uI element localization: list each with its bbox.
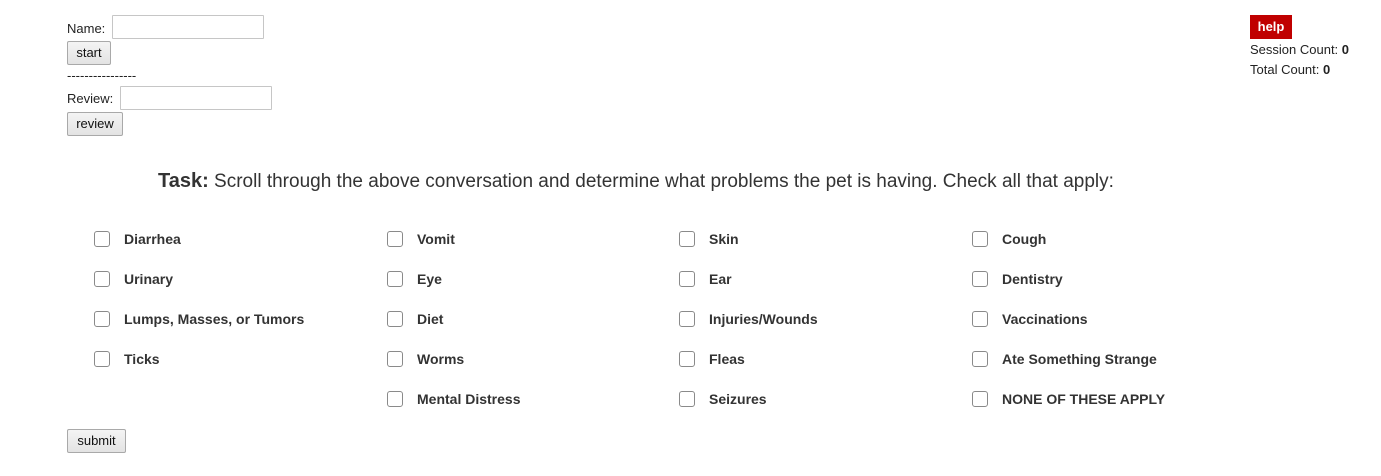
- option-label[interactable]: Dentistry: [1002, 271, 1063, 287]
- checkbox[interactable]: [679, 391, 695, 407]
- option-skin[interactable]: Skin: [679, 229, 739, 249]
- session-count: Session Count: 0: [1250, 42, 1349, 57]
- checkbox[interactable]: [972, 391, 988, 407]
- name-input[interactable]: [112, 15, 264, 39]
- start-button[interactable]: start: [67, 41, 111, 65]
- option-label[interactable]: Ticks: [124, 351, 160, 367]
- option-vomit[interactable]: Vomit: [387, 229, 455, 249]
- checkbox[interactable]: [972, 231, 988, 247]
- option-label[interactable]: Mental Distress: [417, 391, 520, 407]
- option-label[interactable]: Urinary: [124, 271, 173, 287]
- option-label[interactable]: Worms: [417, 351, 464, 367]
- option-label[interactable]: Cough: [1002, 231, 1046, 247]
- option-label[interactable]: Eye: [417, 271, 442, 287]
- option-ate-something-strange[interactable]: Ate Something Strange: [972, 349, 1157, 369]
- checkbox[interactable]: [679, 351, 695, 367]
- task-heading: Task:: [158, 170, 209, 192]
- checkbox[interactable]: [94, 351, 110, 367]
- checkbox[interactable]: [972, 351, 988, 367]
- checkbox[interactable]: [387, 391, 403, 407]
- option-injuries[interactable]: Injuries/Wounds: [679, 309, 818, 329]
- option-ear[interactable]: Ear: [679, 269, 732, 289]
- review-label: Review:: [67, 91, 114, 106]
- checkbox[interactable]: [94, 271, 110, 287]
- option-label[interactable]: Diarrhea: [124, 231, 181, 247]
- option-label[interactable]: Injuries/Wounds: [709, 311, 818, 327]
- option-none-apply[interactable]: NONE OF THESE APPLY: [972, 389, 1165, 409]
- option-dentistry[interactable]: Dentistry: [972, 269, 1063, 289]
- option-vaccinations[interactable]: Vaccinations: [972, 309, 1088, 329]
- checkbox[interactable]: [94, 311, 110, 327]
- divider-text: ----------------: [67, 68, 137, 83]
- option-lumps[interactable]: Lumps, Masses, or Tumors: [94, 309, 304, 329]
- checkbox[interactable]: [972, 311, 988, 327]
- option-ticks[interactable]: Ticks: [94, 349, 160, 369]
- option-label[interactable]: Lumps, Masses, or Tumors: [124, 311, 304, 327]
- option-label[interactable]: Seizures: [709, 391, 767, 407]
- checkbox[interactable]: [387, 231, 403, 247]
- option-label[interactable]: Vaccinations: [1002, 311, 1088, 327]
- checkbox[interactable]: [387, 351, 403, 367]
- option-diet[interactable]: Diet: [387, 309, 443, 329]
- checkbox[interactable]: [94, 231, 110, 247]
- checkbox[interactable]: [387, 311, 403, 327]
- checkbox[interactable]: [972, 271, 988, 287]
- option-label[interactable]: Fleas: [709, 351, 745, 367]
- option-fleas[interactable]: Fleas: [679, 349, 745, 369]
- option-worms[interactable]: Worms: [387, 349, 464, 369]
- total-count-label: Total Count:: [1250, 62, 1320, 77]
- review-input[interactable]: [120, 86, 272, 110]
- option-label[interactable]: Ear: [709, 271, 732, 287]
- checkbox[interactable]: [679, 271, 695, 287]
- option-cough[interactable]: Cough: [972, 229, 1046, 249]
- task-text: Scroll through the above conversation an…: [214, 171, 1114, 192]
- task-instruction: Task: Scroll through the above conversat…: [158, 170, 1114, 193]
- session-count-label: Session Count:: [1250, 42, 1339, 57]
- option-urinary[interactable]: Urinary: [94, 269, 173, 289]
- submit-button[interactable]: submit: [67, 429, 126, 453]
- help-button[interactable]: help: [1250, 15, 1292, 39]
- option-diarrhea[interactable]: Diarrhea: [94, 229, 181, 249]
- option-label[interactable]: Skin: [709, 231, 739, 247]
- option-label[interactable]: NONE OF THESE APPLY: [1002, 391, 1165, 407]
- option-label[interactable]: Ate Something Strange: [1002, 351, 1157, 367]
- option-label[interactable]: Diet: [417, 311, 443, 327]
- checkbox[interactable]: [387, 271, 403, 287]
- review-button[interactable]: review: [67, 112, 123, 136]
- total-count: Total Count: 0: [1250, 62, 1330, 77]
- checkbox[interactable]: [679, 311, 695, 327]
- session-count-value: 0: [1341, 42, 1350, 57]
- name-label: Name:: [67, 21, 106, 36]
- checkbox[interactable]: [679, 231, 695, 247]
- option-label[interactable]: Vomit: [417, 231, 455, 247]
- total-count-value: 0: [1323, 62, 1331, 77]
- option-seizures[interactable]: Seizures: [679, 389, 767, 409]
- option-mental-distress[interactable]: Mental Distress: [387, 389, 520, 409]
- option-eye[interactable]: Eye: [387, 269, 442, 289]
